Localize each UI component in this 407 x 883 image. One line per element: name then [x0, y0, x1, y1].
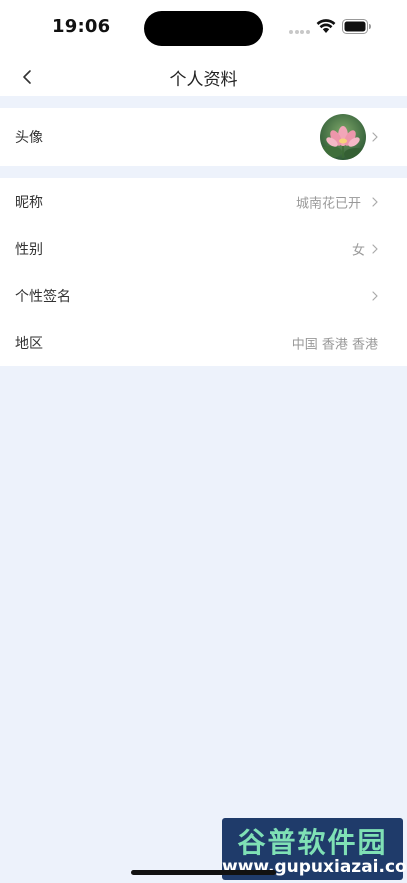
nickname-row[interactable]: 昵称 城南花已开: [0, 178, 407, 225]
gender-value: 女: [351, 243, 365, 258]
chevron-right-icon: [372, 290, 378, 301]
region-row[interactable]: 地区 中国 香港 香港: [0, 319, 407, 366]
avatar-row-label: 头像: [15, 130, 43, 146]
page-title: 个人资料: [169, 70, 238, 90]
profile-info-section: 昵称 城南花已开 性别 女 个性签名 地区 中国 香港 香港: [0, 178, 407, 366]
nickname-label: 昵称: [15, 194, 43, 211]
region-label: 地区: [15, 335, 43, 352]
status-bar: 19:06: [0, 0, 407, 56]
status-time: 19:06: [52, 16, 111, 37]
watermark-title: 谷普软件园: [237, 826, 388, 859]
gender-label: 性别: [15, 241, 43, 258]
chevron-right-icon: [372, 132, 378, 142]
region-value: 中国 香港 香港: [291, 337, 378, 352]
signature-row[interactable]: 个性签名: [0, 272, 407, 319]
lotus-avatar-image: [320, 114, 366, 160]
avatar[interactable]: [320, 114, 366, 160]
signature-label: 个性签名: [15, 288, 71, 305]
avatar-section: 头像: [0, 108, 407, 166]
chevron-right-icon: [372, 243, 378, 254]
nickname-value: 城南花已开: [295, 196, 361, 211]
home-indicator[interactable]: [131, 870, 276, 875]
avatar-row[interactable]: 头像: [0, 108, 407, 166]
navigation-bar: 个人资料: [0, 56, 407, 96]
cellular-signal-icon: [289, 30, 311, 34]
wifi-icon: [316, 19, 336, 33]
chevron-right-icon: [372, 196, 378, 207]
gender-row[interactable]: 性别 女: [0, 225, 407, 272]
dynamic-island: [144, 11, 263, 46]
battery-icon: [342, 19, 371, 34]
